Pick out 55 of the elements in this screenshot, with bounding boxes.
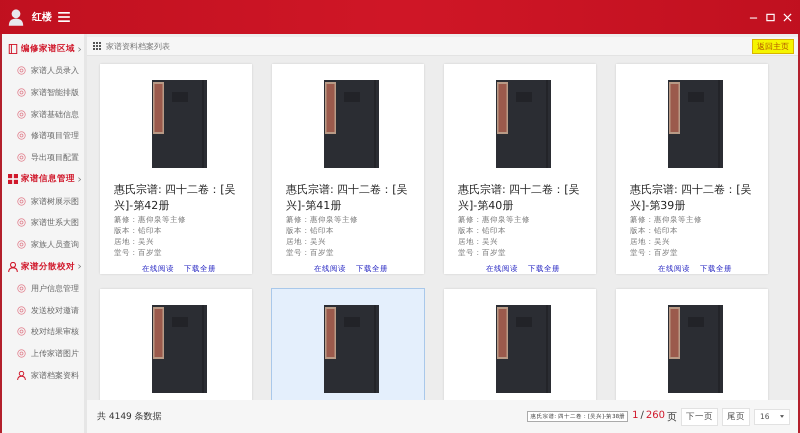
- page-unit: 页: [667, 410, 677, 424]
- chevron-icon: [78, 176, 81, 182]
- sidebar-item[interactable]: 家族人员查询: [2, 234, 84, 256]
- circle-icon: [17, 110, 26, 119]
- user-icon: [17, 370, 26, 380]
- circle-icon: [17, 327, 26, 336]
- circle-icon: [17, 88, 26, 98]
- circle-icon: [17, 306, 26, 315]
- sidebar-item[interactable]: 家谱智能排版: [2, 82, 84, 104]
- circle-icon: [17, 348, 26, 358]
- book-title: 惠氏宗谱: 四十二卷：[吴兴]-第39册: [630, 182, 752, 214]
- chevron-icon: [78, 46, 81, 52]
- grid-icon: [93, 42, 101, 50]
- sidebar-item[interactable]: 校对结果审核: [2, 320, 84, 343]
- circle-icon: [17, 131, 26, 140]
- breadcrumb-text: 家谱资料档案列表: [106, 40, 170, 52]
- sidebar-item[interactable]: 家谱树展示图: [2, 190, 84, 212]
- circle-icon: [17, 196, 26, 206]
- page-total: 260: [646, 410, 665, 422]
- sidebar-item[interactable]: 家谱档案资料: [2, 364, 84, 386]
- user-icon: [8, 262, 18, 272]
- sidebar-item[interactable]: 修谱项目管理: [2, 125, 84, 147]
- circle-icon: [17, 240, 26, 250]
- sidebar-item[interactable]: 发送校对邀请: [2, 299, 84, 321]
- circle-icon: [17, 284, 26, 293]
- book-title: 惠氏宗谱: 四十二卷：[吴兴]-第42册: [114, 182, 236, 214]
- chevron-icon: [78, 264, 81, 269]
- sidebar-item[interactable]: 家谱世系大图: [2, 212, 84, 234]
- circle-icon: [17, 66, 26, 76]
- book-title: 惠氏宗谱: 四十二卷：[吴兴]-第40册: [458, 182, 580, 214]
- circle-icon: [17, 153, 26, 162]
- sidebar-section[interactable]: 家谱分散校对: [2, 256, 84, 278]
- next-page-button[interactable]: 下一页: [681, 408, 718, 426]
- close-icon[interactable]: [783, 12, 792, 22]
- caret-icon: [780, 415, 784, 418]
- sidebar-item[interactable]: 导出项目配置: [2, 146, 84, 168]
- sidebar-item[interactable]: 家谱基础信息: [2, 103, 84, 126]
- sidebar-section[interactable]: 编修家谱区域: [2, 38, 84, 60]
- maximize-icon[interactable]: [766, 12, 775, 22]
- book-icon: [8, 44, 18, 54]
- sidebar-section[interactable]: 家谱信息管理: [2, 168, 84, 190]
- circle-icon: [17, 218, 26, 228]
- grid-icon: [8, 174, 18, 184]
- last-page-button[interactable]: 尾页: [722, 408, 750, 426]
- menu-icon[interactable]: [58, 12, 70, 22]
- app-title: 红楼: [32, 10, 52, 24]
- page-separator: /: [640, 410, 644, 422]
- home-button[interactable]: 返回主页: [752, 38, 794, 54]
- book-title: 惠氏宗谱: 四十二卷：[吴兴]-第41册: [286, 182, 408, 214]
- record-count: 共 4149 条数据: [97, 410, 162, 423]
- sidebar-item[interactable]: 上传家谱图片: [2, 342, 84, 364]
- current-page: 1: [632, 410, 639, 422]
- sidebar-item[interactable]: 用户信息管理: [2, 278, 84, 300]
- user-avatar-icon[interactable]: [8, 8, 24, 26]
- sidebar-item[interactable]: 家谱人员录入: [2, 60, 84, 82]
